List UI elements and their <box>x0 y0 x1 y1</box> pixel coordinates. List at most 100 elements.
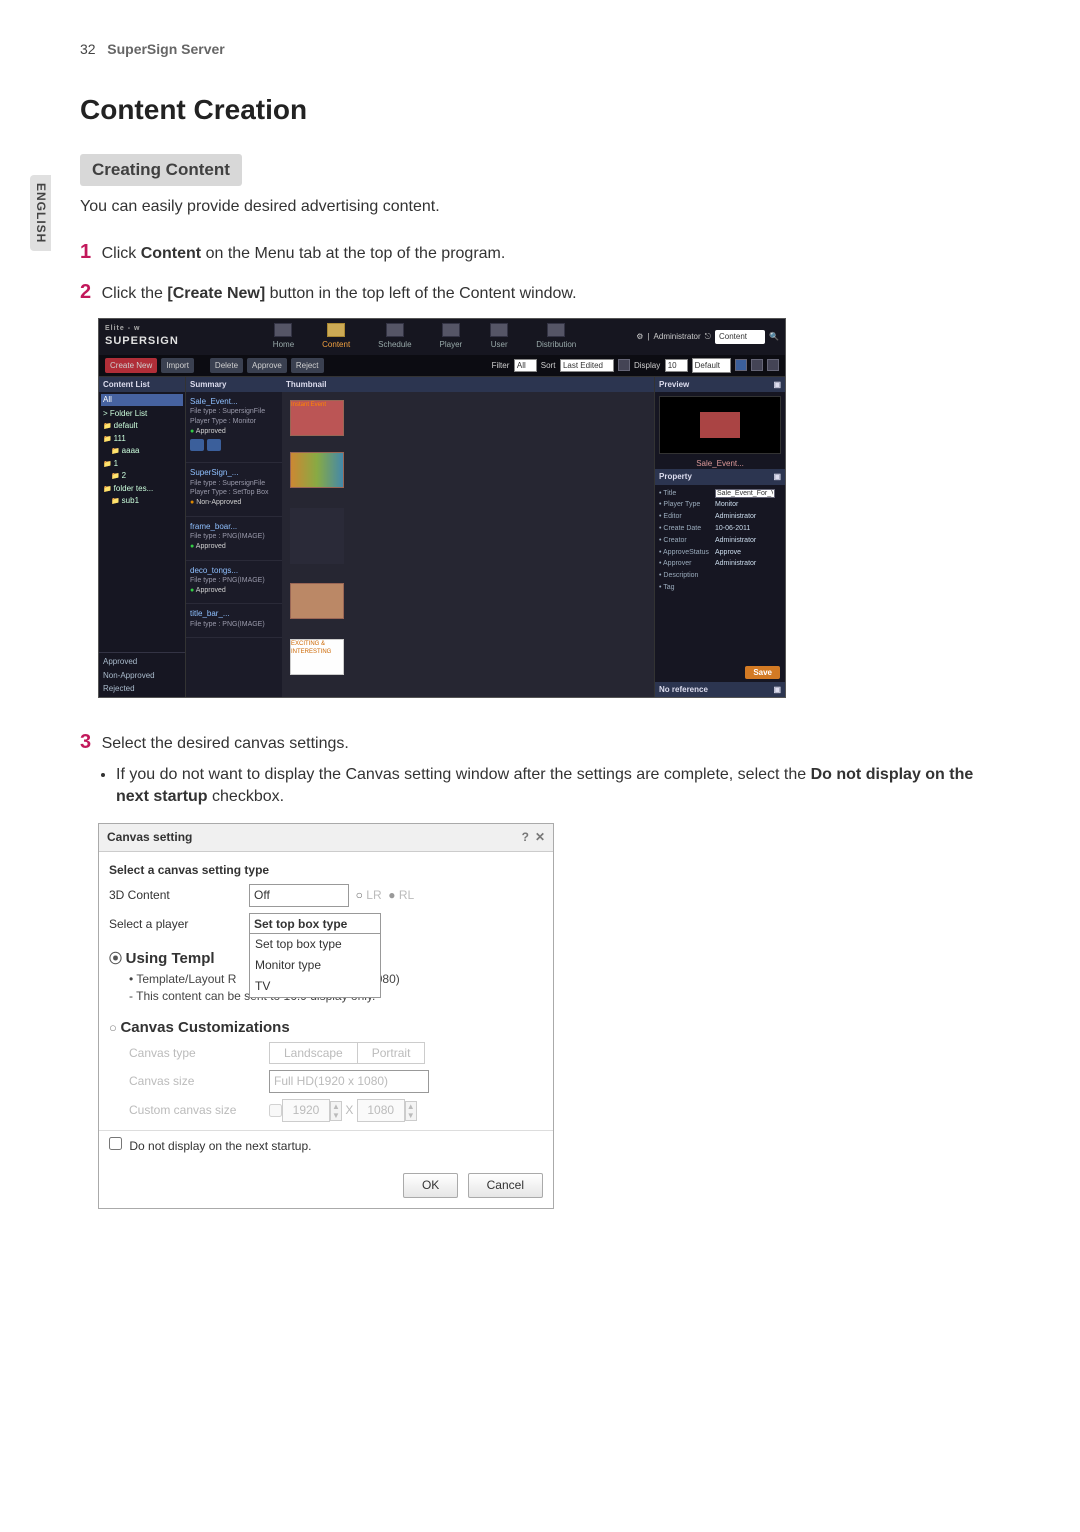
create-new-button[interactable]: Create New <box>105 358 157 373</box>
filter-non-approved[interactable]: Non-Approved <box>103 669 181 682</box>
canvas-customizations-radio[interactable]: Canvas Customizations <box>109 1017 543 1038</box>
checkbox-dont-display[interactable] <box>109 1137 122 1150</box>
nav-content[interactable]: Content <box>308 321 364 352</box>
approve-button[interactable]: Approve <box>247 358 287 373</box>
thumbnail[interactable]: EXCITING & INTERESTING <box>290 639 344 675</box>
spin-up-down-icon[interactable]: ▲▼ <box>330 1101 342 1121</box>
search-icon[interactable]: 🔍 <box>769 331 779 342</box>
collapse-icon[interactable]: ▣ <box>773 471 781 482</box>
row-canvas-type: Canvas type Landscape Portrait <box>109 1042 543 1065</box>
display-select[interactable]: 10 <box>665 359 688 372</box>
checkbox-custom-size[interactable] <box>269 1104 282 1117</box>
collapse-icon[interactable]: ▣ <box>773 379 781 390</box>
tree-item[interactable]: default <box>101 420 183 433</box>
tree-item[interactable]: 2 <box>109 470 183 483</box>
tree-item[interactable]: 1 <box>101 458 183 471</box>
view-thumb-icon[interactable] <box>751 359 763 371</box>
thumb-caption: EXCITING & INTERESTING <box>291 640 343 657</box>
nav-distribution-label: Distribution <box>536 340 576 349</box>
prop-value: Approve <box>715 548 741 558</box>
nav-player[interactable]: Player <box>426 321 477 352</box>
sort-dir-icon[interactable] <box>618 359 630 371</box>
option-monitor[interactable]: Monitor type <box>250 955 380 976</box>
spin-up-down-icon[interactable]: ▲▼ <box>405 1101 417 1121</box>
tool-icon[interactable] <box>207 439 221 451</box>
tree-item[interactable]: 111 <box>101 433 183 446</box>
folder-tree[interactable]: All > Folder List default 111 aaaa 1 2 f… <box>99 392 185 652</box>
thumbnail[interactable]: Instant Event <box>290 400 344 436</box>
seg-portrait[interactable]: Portrait <box>358 1043 425 1064</box>
tree-folder-list[interactable]: > Folder List <box>101 408 183 420</box>
summary-card[interactable]: Sale_Event... File type : SupersignFile … <box>186 392 282 463</box>
thumbnail[interactable] <box>290 508 344 564</box>
prop-title-input[interactable] <box>715 489 775 499</box>
help-icon[interactable]: ? <box>522 830 529 844</box>
step-number: 1 <box>80 241 91 263</box>
user-label[interactable]: Administrator <box>654 331 701 342</box>
ok-button[interactable]: OK <box>403 1173 458 1198</box>
import-button[interactable]: Import <box>161 358 194 373</box>
prop-key: • Creator <box>659 536 715 546</box>
display-label: Display <box>634 361 660 370</box>
save-button[interactable]: Save <box>745 666 780 679</box>
tree-item[interactable]: aaaa <box>109 445 183 458</box>
filter-select[interactable]: All <box>514 359 537 372</box>
nav-schedule[interactable]: Schedule <box>364 321 425 352</box>
logout-icon[interactable]: ⎋ <box>705 331 711 342</box>
input-height[interactable]: 1080 <box>357 1099 405 1122</box>
seg-landscape[interactable]: Landscape <box>270 1043 358 1064</box>
filter-rejected[interactable]: Rejected <box>103 682 181 695</box>
filter-label: Filter <box>492 361 510 370</box>
gear-icon[interactable]: ⚙ <box>636 331 643 342</box>
search-input[interactable]: Content <box>715 330 765 343</box>
preview-caption: Sale_Event... <box>655 458 785 469</box>
tree-item[interactable]: folder tes... <box>101 483 183 496</box>
view-list-icon[interactable] <box>735 359 747 371</box>
default-select[interactable]: Default <box>692 358 731 373</box>
close-icon[interactable]: ✕ <box>535 830 545 844</box>
nav-user[interactable]: User <box>476 321 522 352</box>
schedule-icon <box>386 323 404 337</box>
row-canvas-size: Canvas size Full HD(1920 x 1080) <box>109 1070 543 1093</box>
dialog-titlebar: Canvas setting ?✕ <box>99 824 553 852</box>
option-settop[interactable]: Set top box type <box>250 934 380 955</box>
bullet-text-a: If you do not want to display the Canvas… <box>116 766 811 783</box>
select-type-heading: Select a canvas setting type <box>109 862 543 879</box>
step-1-text-a: Click <box>102 245 141 262</box>
cancel-button[interactable]: Cancel <box>468 1173 543 1198</box>
view-detail-icon[interactable] <box>767 359 779 371</box>
content-list-header: Content List <box>99 377 185 392</box>
summary-card[interactable]: SuperSign_... File type : SupersignFile … <box>186 463 282 517</box>
collapse-icon[interactable]: ▣ <box>773 684 781 695</box>
option-tv[interactable]: TV <box>250 976 380 997</box>
prop-key: • Editor <box>659 512 715 522</box>
summary-card[interactable]: title_bar_... File type : PNG(IMAGE) <box>186 604 282 638</box>
filter-approved[interactable]: Approved <box>103 655 181 668</box>
card-status: Approved <box>190 542 278 552</box>
bullet-text-b: checkbox. <box>208 788 284 805</box>
tree-all[interactable]: All <box>101 394 183 406</box>
canvas-setting-dialog: Canvas setting ?✕ Select a canvas settin… <box>98 823 554 1209</box>
nav-home[interactable]: Home <box>259 321 308 352</box>
tree-item[interactable]: sub1 <box>109 495 183 508</box>
distribution-icon <box>547 323 565 337</box>
intro-text: You can easily provide desired advertisi… <box>80 196 1000 218</box>
delete-button[interactable]: Delete <box>210 358 243 373</box>
summary-card[interactable]: deco_tongs... File type : PNG(IMAGE) App… <box>186 561 282 605</box>
card-title: deco_tongs... <box>190 565 278 576</box>
section-title: Content Creation <box>80 90 1000 129</box>
input-width[interactable]: 1920 <box>282 1099 330 1122</box>
select-canvas-size[interactable]: Full HD(1920 x 1080) <box>269 1070 429 1093</box>
thumbnail[interactable] <box>290 583 344 619</box>
radio-lr[interactable]: LR <box>356 887 382 904</box>
select-3d[interactable]: Off <box>249 884 349 907</box>
sort-select[interactable]: Last Edited <box>560 359 614 372</box>
summary-card[interactable]: frame_boar... File type : PNG(IMAGE) App… <box>186 517 282 561</box>
page-header-title: SuperSign Server <box>107 41 225 57</box>
thumbnail[interactable] <box>290 452 344 488</box>
select-player[interactable]: Set top box type Set top box type Monito… <box>249 913 381 936</box>
radio-rl[interactable]: RL <box>388 887 414 904</box>
reject-button[interactable]: Reject <box>291 358 324 373</box>
edit-icon[interactable] <box>190 439 204 451</box>
nav-distribution[interactable]: Distribution <box>522 321 590 352</box>
